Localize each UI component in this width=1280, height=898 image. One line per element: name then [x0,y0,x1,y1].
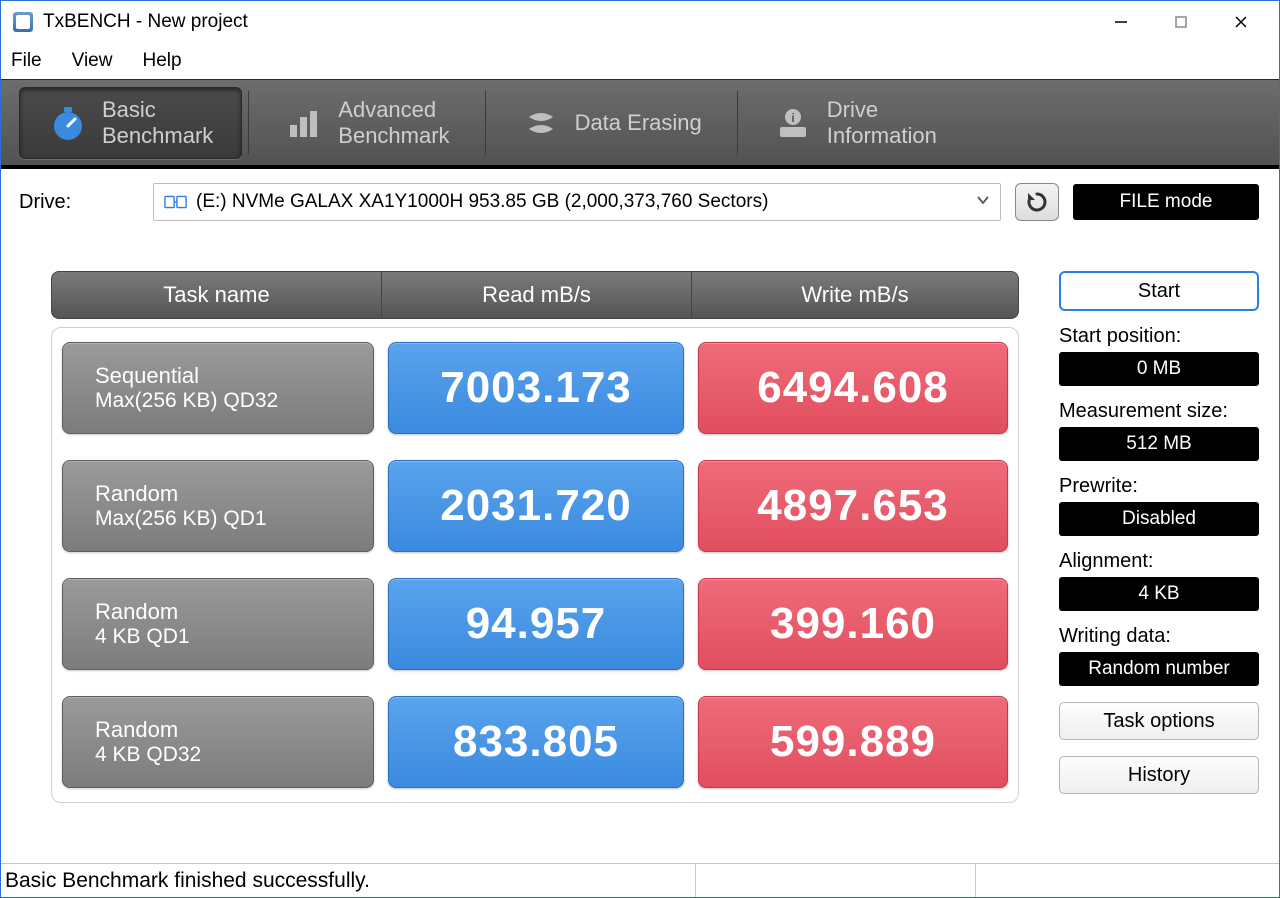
tab-basic-benchmark[interactable]: BasicBenchmark [19,87,242,159]
main-toolbar: BasicBenchmark AdvancedBenchmark Data Er… [1,79,1279,169]
app-icon [13,12,33,32]
tab-label: Advanced [338,97,436,122]
task-title: Sequential [95,363,373,389]
main-row: Task name Read mB/s Write mB/s Sequentia… [1,231,1279,863]
tab-label: Benchmark [102,123,213,148]
results-header: Task name Read mB/s Write mB/s [51,271,1019,319]
drive-info-icon: i [773,103,813,143]
window-title: TxBENCH - New project [43,11,1091,33]
task-button-sequential-qd32[interactable]: Sequential Max(256 KB) QD32 [62,342,374,434]
read-value: 7003.173 [388,342,684,434]
status-seg [975,864,1275,897]
tab-label: Data Erasing [575,110,702,135]
task-button-random-4k-qd32[interactable]: Random 4 KB QD32 [62,696,374,788]
read-value: 2031.720 [388,460,684,552]
tab-advanced-benchmark[interactable]: AdvancedBenchmark [255,87,478,159]
maximize-button[interactable] [1151,1,1211,43]
start-button[interactable]: Start [1059,271,1259,311]
result-row: Random 4 KB QD32 833.805 599.889 [62,696,1008,788]
menu-file[interactable]: File [11,50,42,72]
refresh-icon [1025,190,1049,214]
results-column: Task name Read mB/s Write mB/s Sequentia… [21,231,1029,863]
status-seg [695,864,975,897]
drive-label: Drive: [19,191,139,214]
task-subtitle: 4 KB QD32 [95,743,373,767]
task-button-random-4k-qd1[interactable]: Random 4 KB QD1 [62,578,374,670]
write-value: 599.889 [698,696,1008,788]
header-read: Read mB/s [382,272,692,318]
task-title: Random [95,599,373,625]
tab-label: Information [827,123,937,148]
result-row: Random 4 KB QD1 94.957 399.160 [62,578,1008,670]
app-window: TxBENCH - New project File View Help Bas… [0,0,1280,898]
tab-data-erasing[interactable]: Data Erasing [492,87,731,159]
tab-label: Basic [102,97,156,122]
result-row: Sequential Max(256 KB) QD32 7003.173 649… [62,342,1008,434]
minimize-button[interactable] [1091,1,1151,43]
status-text: Basic Benchmark finished successfully. [5,869,695,893]
task-options-button[interactable]: Task options [1059,702,1259,740]
menubar: File View Help [1,43,1279,79]
stopwatch-icon [48,103,88,143]
erase-icon [521,103,561,143]
drive-row: Drive: (E:) NVMe GALAX XA1Y1000H 953.85 … [1,169,1279,231]
write-value: 6494.608 [698,342,1008,434]
write-value: 4897.653 [698,460,1008,552]
tab-label: Drive [827,97,878,122]
toolbar-divider [248,91,249,155]
alignment-label: Alignment: [1059,550,1259,573]
drive-select[interactable]: (E:) NVMe GALAX XA1Y1000H 953.85 GB (2,0… [153,183,1001,221]
drive-value: (E:) NVMe GALAX XA1Y1000H 953.85 GB (2,0… [196,191,768,213]
statusbar: Basic Benchmark finished successfully. [1,863,1279,897]
menu-view[interactable]: View [72,50,113,72]
task-subtitle: 4 KB QD1 [95,625,373,649]
measurement-size-label: Measurement size: [1059,400,1259,423]
hdd-icon [164,193,188,211]
read-value: 94.957 [388,578,684,670]
refresh-button[interactable] [1015,183,1059,221]
close-button[interactable] [1211,1,1271,43]
write-value: 399.160 [698,578,1008,670]
header-write: Write mB/s [692,272,1018,318]
history-button[interactable]: History [1059,756,1259,794]
prewrite-value[interactable]: Disabled [1059,502,1259,536]
tab-label: Benchmark [338,123,449,148]
toolbar-divider [737,91,738,155]
tab-drive-information[interactable]: i DriveInformation [744,87,966,159]
results-panel: Sequential Max(256 KB) QD32 7003.173 649… [51,327,1019,803]
result-row: Random Max(256 KB) QD1 2031.720 4897.653 [62,460,1008,552]
alignment-value[interactable]: 4 KB [1059,577,1259,611]
read-value: 833.805 [388,696,684,788]
svg-text:i: i [791,111,794,125]
file-mode-button[interactable]: FILE mode [1073,184,1259,220]
toolbar-divider [485,91,486,155]
task-title: Random [95,717,373,743]
options-column: Start Start position: 0 MB Measurement s… [1059,231,1259,863]
task-title: Random [95,481,373,507]
window-controls [1091,1,1271,43]
task-button-random-qd1[interactable]: Random Max(256 KB) QD1 [62,460,374,552]
writing-data-value[interactable]: Random number [1059,652,1259,686]
measurement-size-value[interactable]: 512 MB [1059,427,1259,461]
task-subtitle: Max(256 KB) QD32 [95,389,373,413]
bars-icon [284,103,324,143]
start-position-label: Start position: [1059,325,1259,348]
chevron-down-icon [976,191,990,213]
task-subtitle: Max(256 KB) QD1 [95,507,373,531]
menu-help[interactable]: Help [142,50,181,72]
header-task: Task name [52,272,382,318]
titlebar: TxBENCH - New project [1,1,1279,43]
content-area: Drive: (E:) NVMe GALAX XA1Y1000H 953.85 … [1,169,1279,897]
writing-data-label: Writing data: [1059,625,1259,648]
start-position-value[interactable]: 0 MB [1059,352,1259,386]
prewrite-label: Prewrite: [1059,475,1259,498]
